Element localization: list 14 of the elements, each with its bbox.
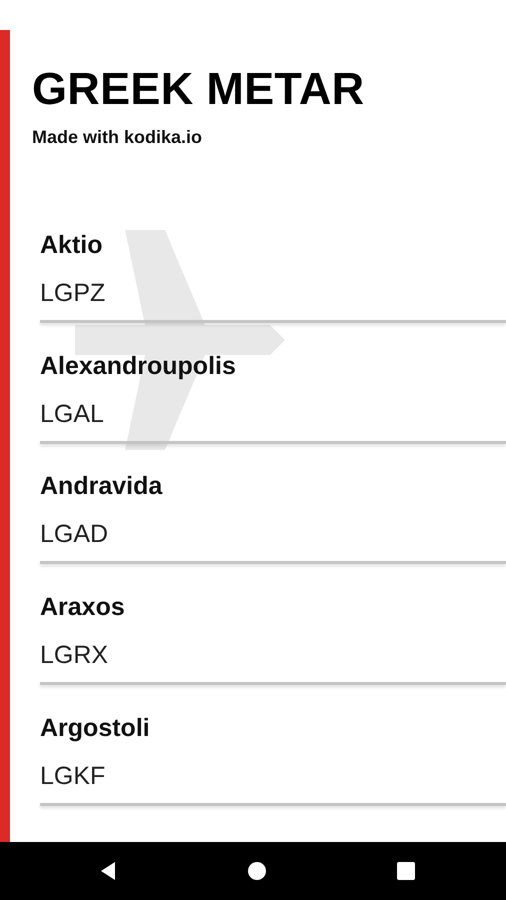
home-button[interactable]: [245, 859, 269, 883]
airport-name[interactable]: Alexandroupolis: [40, 350, 506, 381]
recents-button[interactable]: [394, 859, 418, 883]
airport-code: LGRX: [40, 640, 110, 670]
airport-code: LGAL: [40, 398, 105, 429]
airport-name[interactable]: Argostoli: [40, 712, 506, 743]
airport-name[interactable]: Araxos: [40, 592, 506, 622]
airport-code: LGKF: [40, 760, 106, 791]
airport-name[interactable]: Andravida: [40, 471, 506, 502]
airport-code: LGAD: [40, 519, 110, 550]
airport-code: LGPZ: [40, 278, 106, 308]
app-title: GREEK METAR: [32, 66, 366, 112]
app-subtitle: Made with kodika.io: [32, 126, 204, 148]
airport-name[interactable]: Aktio: [40, 230, 506, 260]
